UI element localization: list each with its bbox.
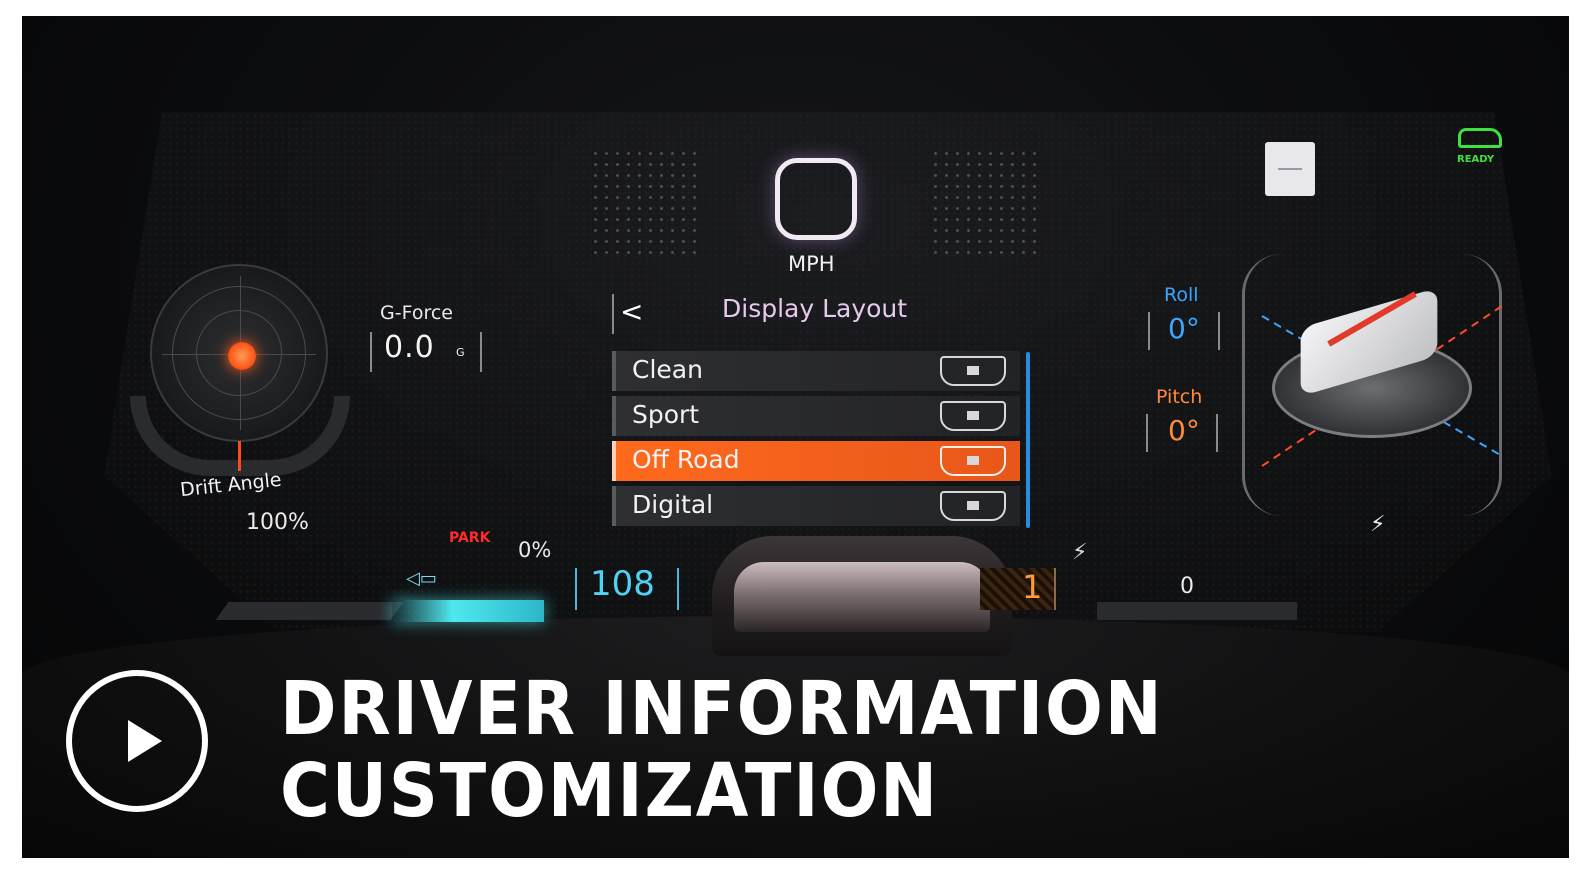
roll-value: 0° — [1168, 312, 1200, 345]
layout-preview-icon — [940, 401, 1006, 431]
gear-value: 1 — [1022, 568, 1043, 606]
video-thumbnail[interactable]: Drift Angle G-Force 0.0 G MPH < Display … — [22, 16, 1569, 858]
vehicle-ready-icon — [1458, 128, 1502, 148]
pitch-label: Pitch — [1156, 386, 1203, 408]
speed-unit: MPH — [788, 252, 835, 276]
layout-preview-icon — [940, 356, 1006, 386]
power-value: 0 — [1180, 574, 1194, 599]
menu-item-label: Sport — [632, 400, 700, 429]
play-icon — [128, 720, 162, 762]
park-indicator: PARK — [449, 530, 491, 546]
decor-dots-right — [930, 148, 1040, 258]
power-track — [1097, 602, 1297, 620]
menu-item-off-road[interactable]: Off Road — [612, 441, 1020, 481]
menu-item-label: Off Road — [632, 445, 740, 474]
battery-level-bar — [392, 600, 544, 622]
speed-readout-frame — [775, 158, 857, 240]
display-layout-menu: Clean Sport Off Road Digital — [612, 351, 1020, 531]
roll-label: Roll — [1164, 284, 1199, 306]
drift-indicator-dot — [228, 342, 256, 370]
menu-item-clean[interactable]: Clean — [612, 351, 1020, 391]
regen-icon: ⚡ — [1072, 540, 1088, 565]
square-button-glyph — [1278, 168, 1302, 170]
vehicle-front-icon: ◁▭ — [406, 568, 437, 589]
pitch-value: 0° — [1168, 414, 1200, 447]
drift-needle — [238, 441, 241, 471]
video-title: DRIVER INFORMATION CUSTOMIZATION — [280, 668, 1164, 832]
battery-track — [215, 602, 404, 620]
lightning-icon: ⚡ — [1370, 512, 1386, 537]
decor-dots-left — [590, 148, 700, 258]
play-button[interactable] — [66, 670, 208, 812]
ready-label: READY — [1457, 154, 1495, 165]
menu-scrollbar[interactable] — [1026, 352, 1030, 528]
gear-frame — [980, 568, 1056, 610]
menu-item-digital[interactable]: Digital — [612, 486, 1020, 526]
layout-preview-icon — [940, 491, 1006, 521]
menu-title: Display Layout — [722, 294, 908, 323]
menu-item-label: Digital — [632, 490, 714, 519]
g-force-label: G-Force — [380, 302, 453, 324]
g-force-value: 0.0 — [384, 330, 435, 365]
steering-column — [712, 536, 1012, 656]
regen-percent: 0% — [518, 538, 552, 562]
battery-percent: 100% — [246, 510, 309, 535]
chevron-left-icon[interactable]: < — [612, 294, 643, 334]
menu-item-sport[interactable]: Sport — [612, 396, 1020, 436]
g-force-unit: G — [456, 346, 465, 359]
menu-item-label: Clean — [632, 355, 703, 384]
range-value: 108 — [590, 564, 655, 604]
video-title-line-2: CUSTOMIZATION — [280, 748, 939, 834]
layout-preview-icon — [940, 446, 1006, 476]
video-title-line-1: DRIVER INFORMATION — [280, 666, 1164, 752]
